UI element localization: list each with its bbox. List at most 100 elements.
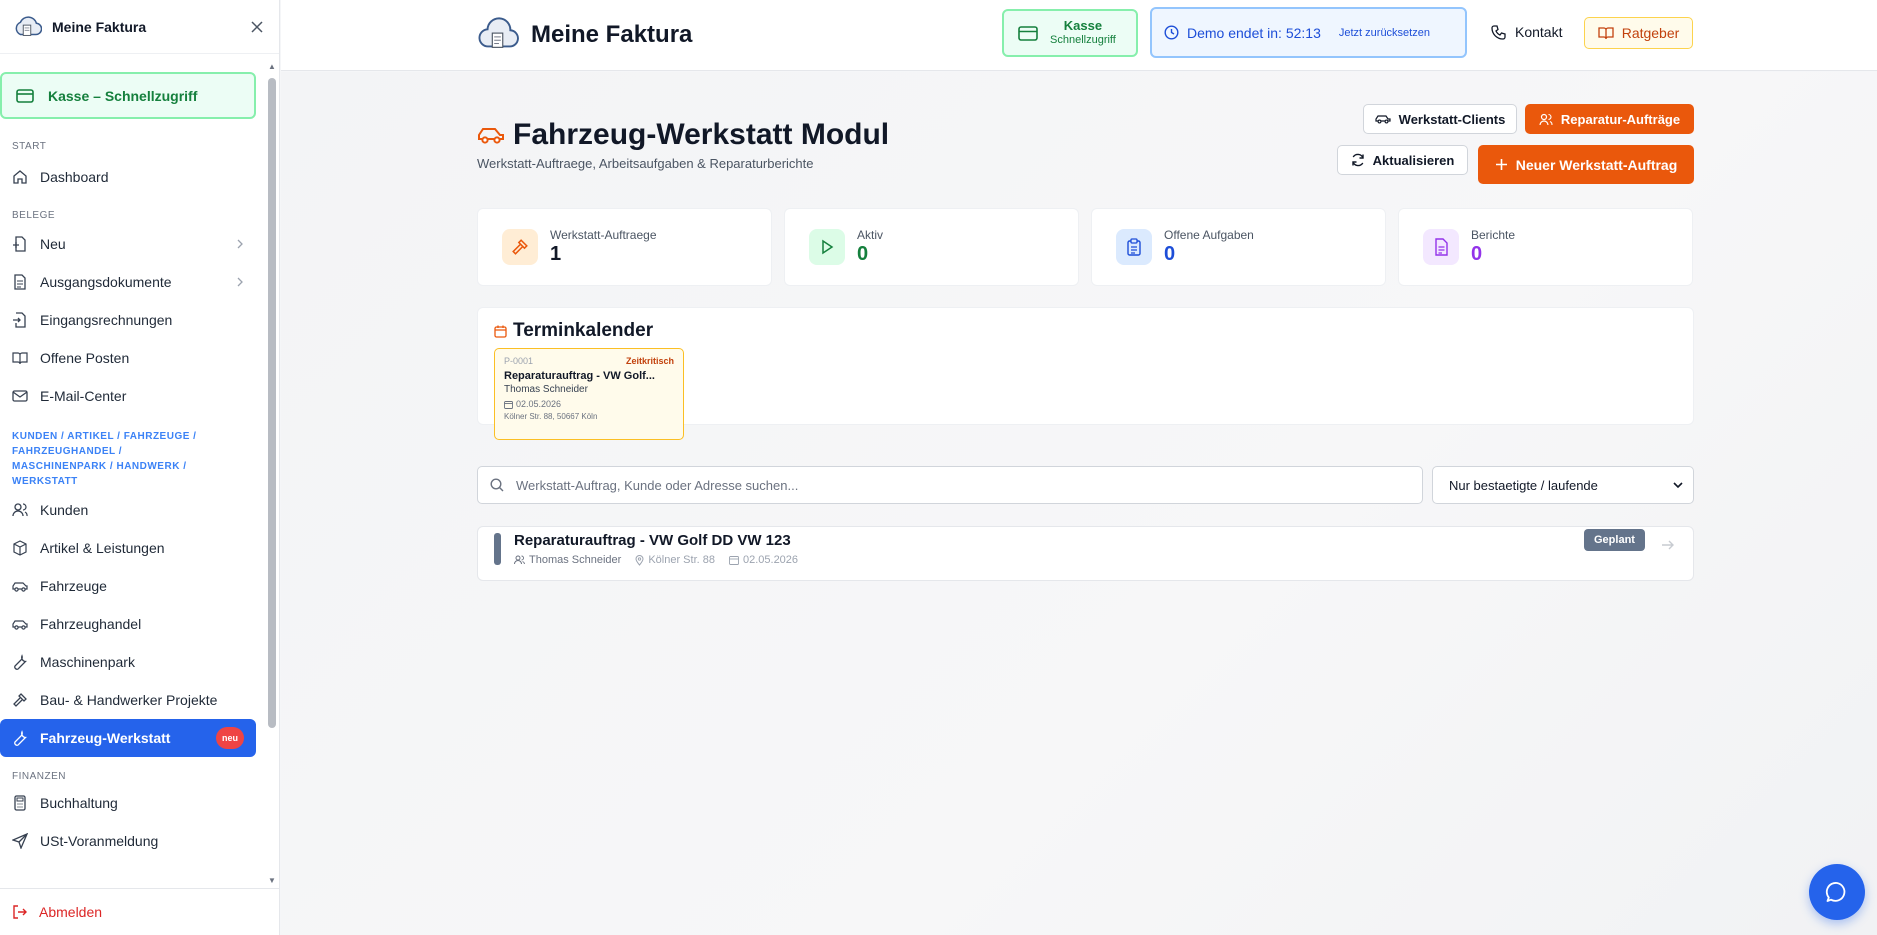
search-input[interactable] [516, 477, 1422, 493]
sidebar-item-label: Kunden [40, 502, 89, 518]
sidebar-item-label: USt-Voranmeldung [40, 833, 159, 849]
brand-name: Meine Faktura [531, 21, 693, 48]
scrollbar-thumb[interactable] [268, 78, 276, 728]
event-title: Reparaturauftrag - VW Golf... [504, 370, 655, 382]
calendar-icon [729, 556, 739, 565]
kasse-button[interactable]: Kasse Schnellzugriff [1002, 9, 1138, 57]
event-customer: Thomas Schneider [504, 384, 588, 395]
file-plus-icon [13, 236, 26, 252]
sidebar-scrollbar[interactable]: ▲ ▼ [267, 60, 277, 887]
demo-reset-link[interactable]: Jetzt zurücksetzen [1339, 27, 1430, 39]
page-subtitle: Werkstatt-Auftraege, Arbeitsaufgaben & R… [477, 156, 814, 171]
sidebar-title: Meine Faktura [52, 18, 147, 35]
stat-label: Aktiv [857, 228, 884, 242]
sidebar-item-offene-posten[interactable]: Offene Posten [0, 339, 256, 377]
users-icon [12, 503, 28, 517]
stat-card-aktiv: Aktiv 0 [784, 208, 1079, 286]
reparatur-auftraege-button[interactable]: Reparatur-Aufträge [1525, 104, 1694, 134]
clipboard-icon [1116, 229, 1152, 265]
kasse-button-title: Kasse [1063, 18, 1103, 33]
logout-button[interactable]: Abmelden [0, 888, 279, 935]
sidebar-item-bau-handwerker[interactable]: Bau- & Handwerker Projekte [0, 681, 256, 719]
sidebar-item-label: Neu [40, 236, 66, 252]
sidebar-item-neu[interactable]: Neu [0, 225, 256, 263]
close-icon[interactable] [247, 17, 267, 37]
search-icon [490, 478, 504, 492]
werkstatt-clients-button[interactable]: Werkstatt-Clients [1363, 104, 1517, 134]
wrench-icon [14, 730, 27, 746]
calendar-icon [494, 325, 507, 338]
refresh-button[interactable]: Aktualisieren [1337, 145, 1468, 175]
car-icon [478, 128, 504, 144]
list-item[interactable]: Reparaturauftrag - VW Golf DD VW 123 Tho… [477, 526, 1694, 581]
sidebar-item-fahrzeughandel[interactable]: Fahrzeughandel [0, 605, 256, 643]
logout-label: Abmelden [39, 904, 103, 920]
sidebar-item-label: Bau- & Handwerker Projekte [40, 692, 218, 708]
sidebar-item-label: Dashboard [40, 169, 109, 185]
sidebar-item-label: Fahrzeuge [40, 578, 107, 594]
top-bar: Meine Faktura Kasse Schnellzugriff Demo … [281, 0, 1877, 71]
stat-value: 1 [550, 243, 562, 265]
sidebar-item-kunden[interactable]: Kunden [0, 491, 256, 529]
stat-label: Werkstatt-Auftraege [550, 228, 657, 242]
sidebar-item-fahrzeuge[interactable]: Fahrzeuge [0, 567, 256, 605]
terminkalender: Terminkalender P-0001 Zeitkritisch Repar… [477, 307, 1694, 440]
stat-label: Offene Aufgaben [1164, 228, 1254, 242]
chat-bubble-icon [1825, 882, 1846, 902]
file-text-icon [1423, 229, 1459, 265]
event-tag: Zeitkritisch [625, 356, 674, 366]
credit-card-icon [1018, 25, 1038, 41]
status-stripe [494, 533, 501, 565]
new-badge: neu [216, 727, 244, 749]
kasse-quick-button[interactable]: Kasse – Schnellzugriff [0, 72, 256, 119]
sidebar: Meine Faktura Kasse – Schnellzugriff STA… [0, 0, 280, 935]
event-id: P-0001 [504, 356, 534, 366]
scroll-down-icon[interactable]: ▼ [268, 876, 276, 885]
main-content: Fahrzeug-Werkstatt Modul Werkstatt-Auftr… [281, 72, 1877, 935]
sidebar-item-eingangsrechnungen[interactable]: Eingangsrechnungen [0, 301, 256, 339]
app-logo-icon [478, 17, 519, 48]
arrow-right-icon[interactable] [1661, 539, 1675, 551]
status-badge: Geplant [1584, 529, 1645, 551]
sidebar-item-email-center[interactable]: E-Mail-Center [0, 377, 256, 415]
sidebar-item-label: E-Mail-Center [40, 388, 127, 404]
new-werkstatt-auftrag-label: Neuer Werkstatt-Auftrag [1515, 156, 1678, 173]
book-open-icon [1598, 27, 1614, 40]
section-label-start: START [12, 141, 47, 152]
users-icon [1539, 113, 1553, 125]
clock-icon [1164, 25, 1179, 40]
car-icon [12, 620, 28, 630]
stat-label: Berichte [1471, 228, 1516, 242]
ratgeber-button[interactable]: Ratgeber [1584, 17, 1693, 49]
chat-button[interactable] [1809, 864, 1865, 920]
sidebar-item-fahrzeug-werkstatt[interactable]: Fahrzeug-Werkstatt neu [0, 719, 256, 757]
page-heading: Fahrzeug-Werkstatt Modul [513, 118, 890, 151]
kontakt-link[interactable]: Kontakt [1491, 24, 1562, 40]
sidebar-item-buchhaltung[interactable]: Buchhaltung [0, 784, 256, 822]
brand[interactable]: Meine Faktura [477, 16, 692, 54]
sidebar-item-dashboard[interactable]: Dashboard [0, 158, 256, 196]
sidebar-item-label: Offene Posten [40, 350, 130, 366]
order-title: Reparaturauftrag - VW Golf DD VW 123 [514, 532, 791, 549]
event-date: 02.05.2026 [516, 399, 562, 409]
scroll-up-icon[interactable]: ▲ [268, 62, 276, 71]
sidebar-item-label: Artikel & Leistungen [40, 540, 165, 556]
calculator-icon [14, 795, 26, 811]
demo-countdown: Demo endet in: 52:13 [1187, 24, 1321, 41]
new-werkstatt-auftrag-button[interactable]: Neuer Werkstatt-Auftrag [1478, 145, 1694, 184]
sidebar-item-ausgangsdokumente[interactable]: Ausgangsdokumente [0, 263, 256, 301]
page-title: Fahrzeug-Werkstatt Modul [477, 118, 889, 152]
calendar-event[interactable]: P-0001 Zeitkritisch Reparaturauftrag - V… [494, 348, 684, 440]
sidebar-item-label: Fahrzeughandel [40, 616, 142, 632]
event-address: Kölner Str. 88, 50667 Köln [504, 412, 598, 421]
sidebar-item-artikel[interactable]: Artikel & Leistungen [0, 529, 256, 567]
calendar-title: Terminkalender [494, 320, 653, 342]
sidebar-item-label: Fahrzeug-Werkstatt [40, 730, 171, 746]
section-label-belege: BELEGE [12, 210, 56, 221]
chevron-right-icon [237, 239, 243, 249]
sidebar-item-ust-voranmeldung[interactable]: USt-Voranmeldung [0, 822, 256, 860]
sidebar-item-maschinenpark[interactable]: Maschinenpark [0, 643, 256, 681]
status-filter-select[interactable]: Nur bestaetigte / laufende [1432, 466, 1694, 504]
phone-icon [1491, 24, 1506, 40]
stat-card-auftraege: Werkstatt-Auftraege 1 [477, 208, 772, 286]
